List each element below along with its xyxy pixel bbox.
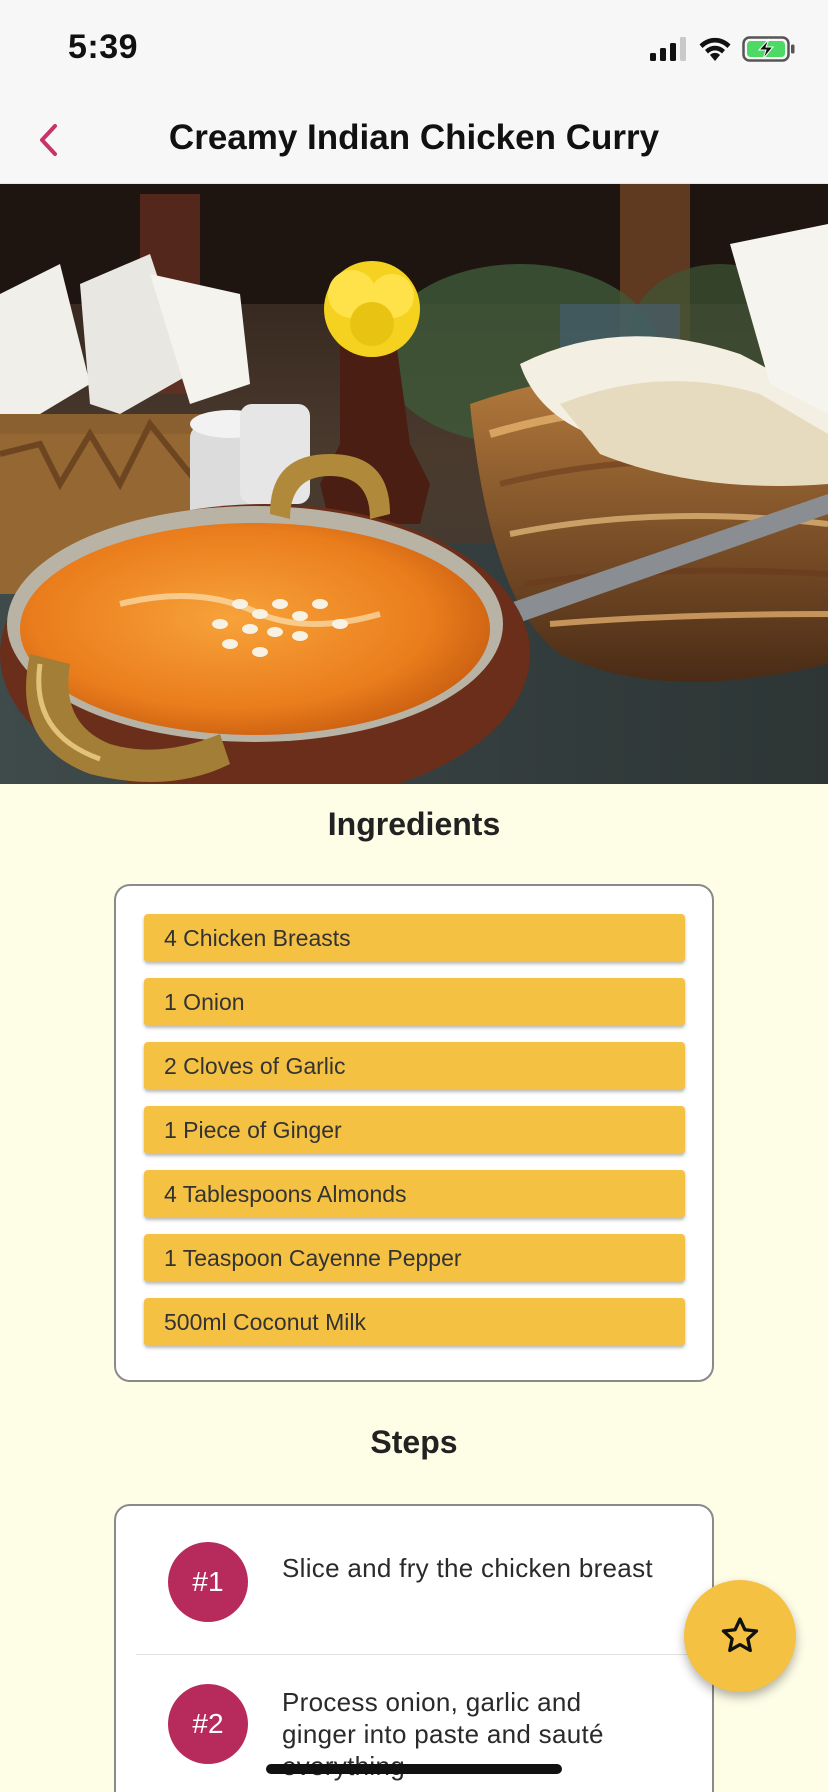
page-title: Creamy Indian Chicken Curry: [168, 118, 660, 157]
wifi-icon: [699, 37, 731, 61]
ingredient-item: 1 Teaspoon Cayenne Pepper: [144, 1234, 685, 1282]
steps-card: #1 Slice and fry the chicken breast #2 P…: [114, 1504, 714, 1792]
step-number-badge: #2: [168, 1684, 248, 1764]
ingredient-item: 1 Onion: [144, 978, 685, 1026]
recipe-detail-screen: 5:39 Creamy Indian Chicken Curry Ingredi…: [0, 0, 828, 1792]
ingredient-item: 4 Chicken Breasts: [144, 914, 685, 962]
ingredients-card: 4 Chicken Breasts 1 Onion 2 Cloves of Ga…: [114, 884, 714, 1382]
step-text: Slice and fry the chicken breast: [282, 1553, 653, 1583]
steps-title: Steps: [370, 1424, 458, 1460]
step-divider: [136, 1654, 696, 1655]
status-time: 5:39: [68, 28, 139, 66]
ingredient-item: 2 Cloves of Garlic: [144, 1042, 685, 1090]
ingredient-item: 4 Tablespoons Almonds: [144, 1170, 685, 1218]
battery-charging-icon: [742, 36, 795, 62]
ingredient-item: 500ml Coconut Milk: [144, 1298, 685, 1346]
ingredients-title: Ingredients: [327, 806, 501, 842]
recipe-hero-image: [0, 184, 828, 784]
cellular-signal-icon: [650, 37, 686, 61]
star-outline-icon: [721, 1617, 759, 1653]
favorite-button[interactable]: [684, 1580, 796, 1692]
status-bar: 5:39: [0, 0, 828, 96]
step-item: #1 Slice and fry the chicken breast: [116, 1506, 712, 1656]
ingredient-item: 1 Piece of Ginger: [144, 1106, 685, 1154]
step-number-badge: #1: [168, 1542, 248, 1622]
status-icons: [650, 34, 796, 64]
app-bar: Creamy Indian Chicken Curry: [0, 96, 828, 184]
home-indicator: [266, 1764, 562, 1774]
